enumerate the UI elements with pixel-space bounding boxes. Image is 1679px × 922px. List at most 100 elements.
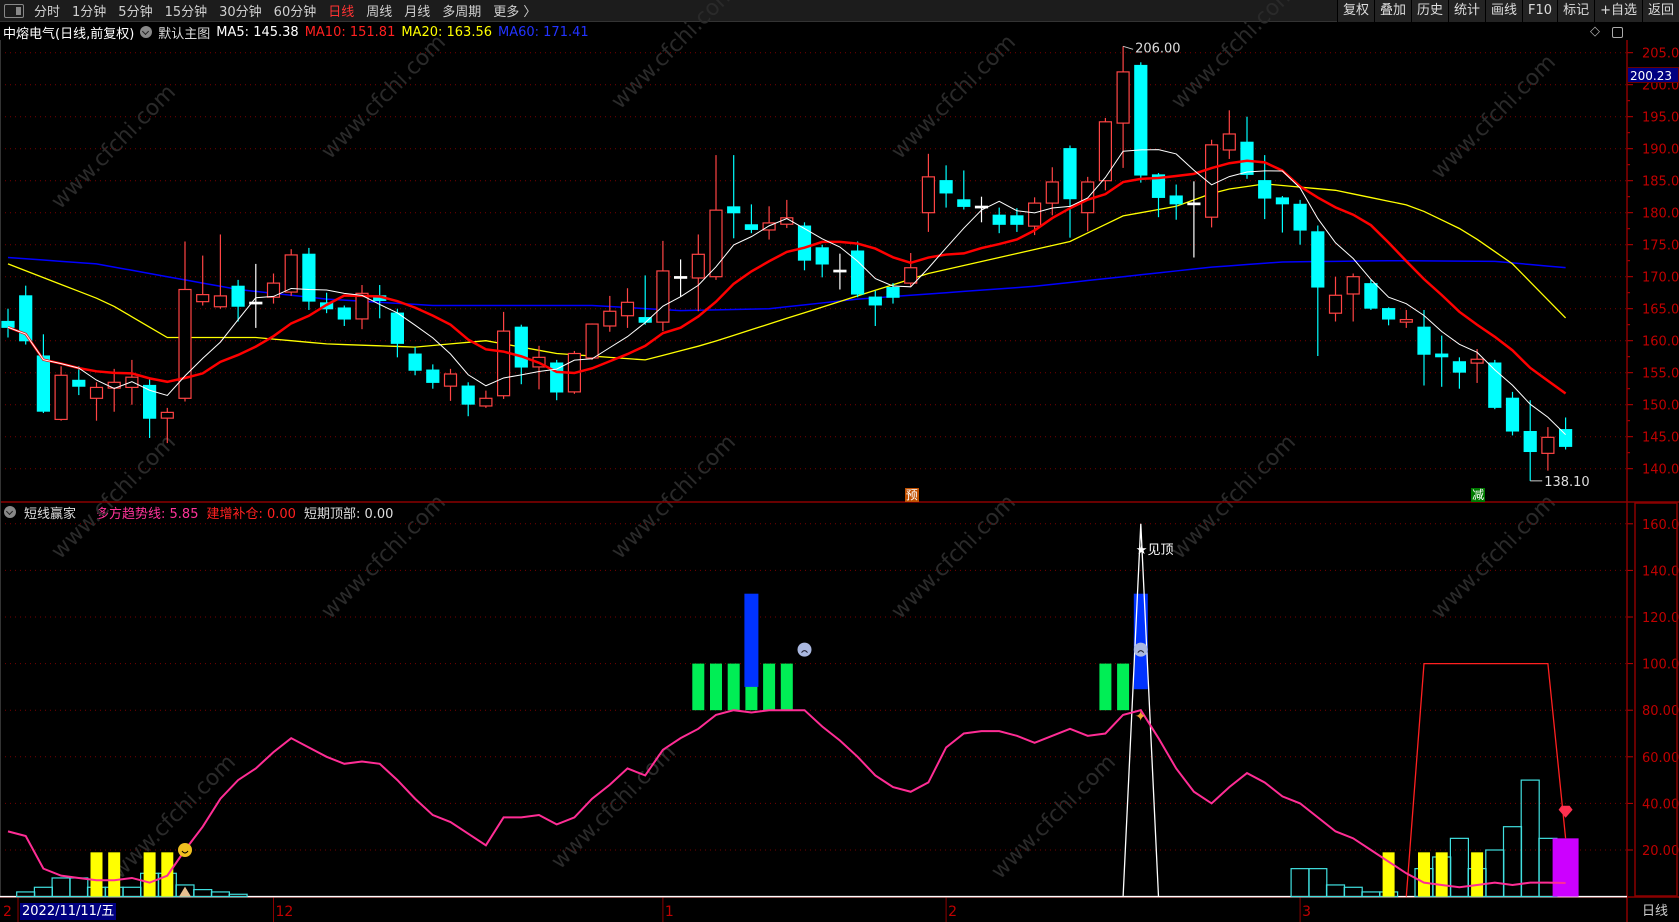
price-axis-label: 160.0 xyxy=(1642,335,1679,350)
cyan-histogram-bar xyxy=(1290,868,1310,898)
cyan-histogram-bar xyxy=(69,877,89,898)
candle-up xyxy=(1222,133,1236,151)
candle-down xyxy=(550,362,564,393)
candle-down xyxy=(143,384,157,419)
period-tab[interactable]: 15分钟 xyxy=(159,1,214,20)
panel-toggle-icon[interactable] xyxy=(4,3,24,18)
cyan-histogram-bar xyxy=(1414,868,1434,898)
period-tab[interactable]: 分时 xyxy=(28,1,66,20)
date-label: 2 xyxy=(948,904,957,920)
candle-down xyxy=(36,355,51,412)
toolbar-button[interactable]: 标记 xyxy=(1557,0,1595,22)
cyan-histogram-bar xyxy=(193,889,213,898)
period-tab[interactable]: 月线 xyxy=(398,1,436,20)
cyan-histogram-bar xyxy=(228,893,248,898)
candle-down xyxy=(72,379,86,387)
candle-down xyxy=(514,326,528,368)
candle-down xyxy=(1010,215,1024,225)
cyan-histogram-bar xyxy=(1343,886,1363,898)
candle-up xyxy=(1116,71,1130,124)
cyan-histogram-bar xyxy=(1520,779,1540,898)
candle-down xyxy=(673,276,688,279)
add-position-line xyxy=(1405,662,1567,897)
candle-up xyxy=(532,356,546,368)
indicator-axis-label: 160.0 xyxy=(1642,518,1679,533)
candle-up xyxy=(1328,294,1343,314)
price-axis-label: 145.0 xyxy=(1642,431,1679,446)
toolbar-button[interactable]: F10 xyxy=(1522,0,1558,22)
candle-down xyxy=(19,295,33,342)
indicator-name[interactable]: 短线赢家 xyxy=(24,503,76,522)
indicator-dropdown-icon[interactable] xyxy=(4,506,16,518)
toolbar-button[interactable]: 返回 xyxy=(1641,0,1679,22)
candle-down xyxy=(744,224,759,230)
candle-up xyxy=(178,288,192,399)
cyan-histogram-bar xyxy=(51,877,71,898)
indicator-axis-label: 60.00 xyxy=(1642,751,1679,766)
candle-down xyxy=(337,307,351,320)
watermark: www.cfchi.com xyxy=(607,430,741,564)
green-signal-bar xyxy=(692,663,705,711)
toolbar-button[interactable]: 统计 xyxy=(1448,0,1486,22)
candle-down xyxy=(797,225,812,261)
blue-signal-bar xyxy=(744,593,759,687)
toolbar-button[interactable]: 叠加 xyxy=(1373,0,1411,22)
period-tab[interactable]: 60分钟 xyxy=(268,1,323,20)
period-tab[interactable]: 5分钟 xyxy=(112,1,158,20)
candle-down xyxy=(1187,202,1201,206)
candle-down xyxy=(1240,141,1254,175)
period-tab[interactable]: 30分钟 xyxy=(213,1,268,20)
candle-up xyxy=(1541,436,1555,454)
ma10-line xyxy=(7,159,1567,395)
candle-down xyxy=(1293,203,1307,231)
reduce-marker: 减 xyxy=(1471,488,1486,502)
price-axis-label: 195.0 xyxy=(1642,111,1679,126)
price-axis-label: 150.0 xyxy=(1642,399,1679,414)
candle-down xyxy=(1258,180,1272,199)
template-dropdown-icon[interactable] xyxy=(140,26,153,38)
candle-up xyxy=(1027,202,1042,227)
green-signal-bar xyxy=(1117,663,1130,711)
toolbar-button[interactable]: 历史 xyxy=(1410,0,1448,22)
candle-up xyxy=(762,222,776,231)
candle-up xyxy=(54,374,68,421)
candle-up xyxy=(567,352,582,393)
candle-down xyxy=(461,385,475,405)
period-tab[interactable]: 多周期 xyxy=(436,1,487,20)
cyan-histogram-bar xyxy=(210,891,230,898)
candle-down xyxy=(1488,362,1502,408)
price-axis-label: 205.0 xyxy=(1642,47,1679,62)
candle-up xyxy=(443,373,458,387)
toolbar-button[interactable]: +自选 xyxy=(1594,0,1642,22)
toolbar-button[interactable]: 画线 xyxy=(1485,0,1523,22)
watermark: www.cfchi.com xyxy=(47,80,181,214)
candle-up xyxy=(904,267,918,284)
candle-down xyxy=(1,320,15,328)
green-signal-bar xyxy=(727,663,740,711)
candle-up xyxy=(355,292,369,320)
period-tab[interactable]: 日线 xyxy=(322,1,360,20)
period-tab[interactable]: 1分钟 xyxy=(66,1,112,20)
frown-icon xyxy=(1133,642,1148,657)
diamond-icon[interactable]: ◇ xyxy=(1590,24,1600,39)
ma10-value: MA10: 151.81 xyxy=(304,24,396,40)
candle-down xyxy=(408,353,422,371)
candle-down xyxy=(1381,308,1396,320)
candle-up xyxy=(266,282,281,298)
layout-toggle-icon[interactable] xyxy=(1612,27,1623,38)
price-axis-label: 155.0 xyxy=(1642,367,1679,382)
watermark: www.cfchi.com xyxy=(47,430,181,564)
main-chart-info: 中熔电气(日线,前复权) 默认主图 MA5: 145.38 MA10: 151.… xyxy=(0,23,1627,42)
yellow-signal-bar xyxy=(143,852,156,897)
frown-icon-mouth xyxy=(1137,650,1145,653)
candle-up xyxy=(213,295,227,308)
period-tab[interactable]: 更多 〉 xyxy=(487,1,542,20)
candle-down xyxy=(939,180,953,194)
watermark: www.cfchi.com xyxy=(987,750,1121,884)
candle-up xyxy=(620,301,635,317)
toolbar-button[interactable]: 复权 xyxy=(1336,0,1374,22)
period-tab[interactable]: 周线 xyxy=(360,1,398,20)
template-name[interactable]: 默认主图 xyxy=(158,23,210,42)
cyan-histogram-bar xyxy=(1467,868,1487,898)
candle-down xyxy=(1151,174,1166,198)
